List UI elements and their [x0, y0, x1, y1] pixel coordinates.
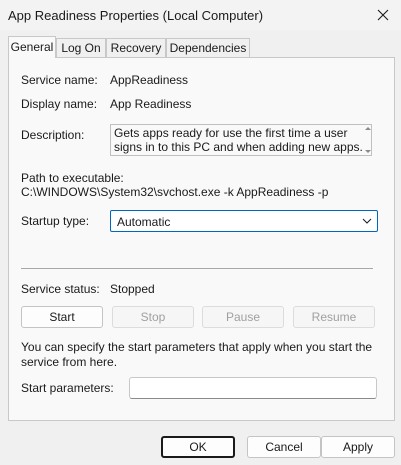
service-name-value: AppReadiness [110, 73, 189, 87]
cancel-button[interactable]: Cancel [247, 436, 321, 458]
scroll-down-icon[interactable] [365, 150, 371, 153]
divider [21, 268, 373, 269]
display-name-value: App Readiness [110, 97, 192, 111]
description-text: Gets apps ready for use the first time a… [114, 126, 363, 154]
startup-type-select[interactable]: Automatic [110, 210, 378, 232]
ok-button[interactable]: OK [161, 436, 235, 458]
display-name-label: Display name: [21, 97, 98, 111]
stop-button[interactable]: Stop [112, 306, 194, 328]
startup-type-value: Automatic [117, 215, 171, 229]
start-parameters-label: Start parameters: [21, 381, 114, 395]
start-button[interactable]: Start [21, 306, 103, 328]
resume-button[interactable]: Resume [293, 306, 375, 328]
path-label: Path to executable: [21, 171, 124, 185]
pause-button[interactable]: Pause [202, 306, 284, 328]
path-value: C:\WINDOWS\System32\svchost.exe -k AppRe… [21, 185, 329, 199]
chevron-down-icon [362, 218, 372, 224]
general-panel: Service name: AppReadiness Display name:… [8, 57, 395, 421]
tab-general[interactable]: General [8, 36, 56, 58]
scroll-up-icon[interactable] [365, 127, 371, 130]
start-parameters-info: You can specify the start parameters tha… [21, 340, 373, 369]
apply-button[interactable]: Apply [321, 436, 395, 458]
tab-recovery[interactable]: Recovery [106, 38, 166, 57]
properties-dialog: App Readiness Properties (Local Computer… [0, 0, 401, 465]
service-name-label: Service name: [21, 73, 98, 87]
service-status-value: Stopped [110, 282, 155, 296]
tab-log-on[interactable]: Log On [56, 38, 106, 57]
description-scrollbar[interactable] [364, 127, 371, 153]
window-title: App Readiness Properties (Local Computer… [8, 8, 264, 23]
start-parameters-input[interactable] [129, 377, 377, 399]
close-icon [377, 9, 389, 21]
tab-dependencies[interactable]: Dependencies [166, 38, 250, 57]
title-bar: App Readiness Properties (Local Computer… [0, 0, 401, 30]
startup-type-label: Startup type: [21, 214, 90, 228]
description-box[interactable]: Gets apps ready for use the first time a… [110, 124, 372, 156]
description-label: Description: [21, 128, 85, 142]
service-status-label: Service status: [21, 282, 100, 296]
close-button[interactable] [365, 0, 401, 30]
